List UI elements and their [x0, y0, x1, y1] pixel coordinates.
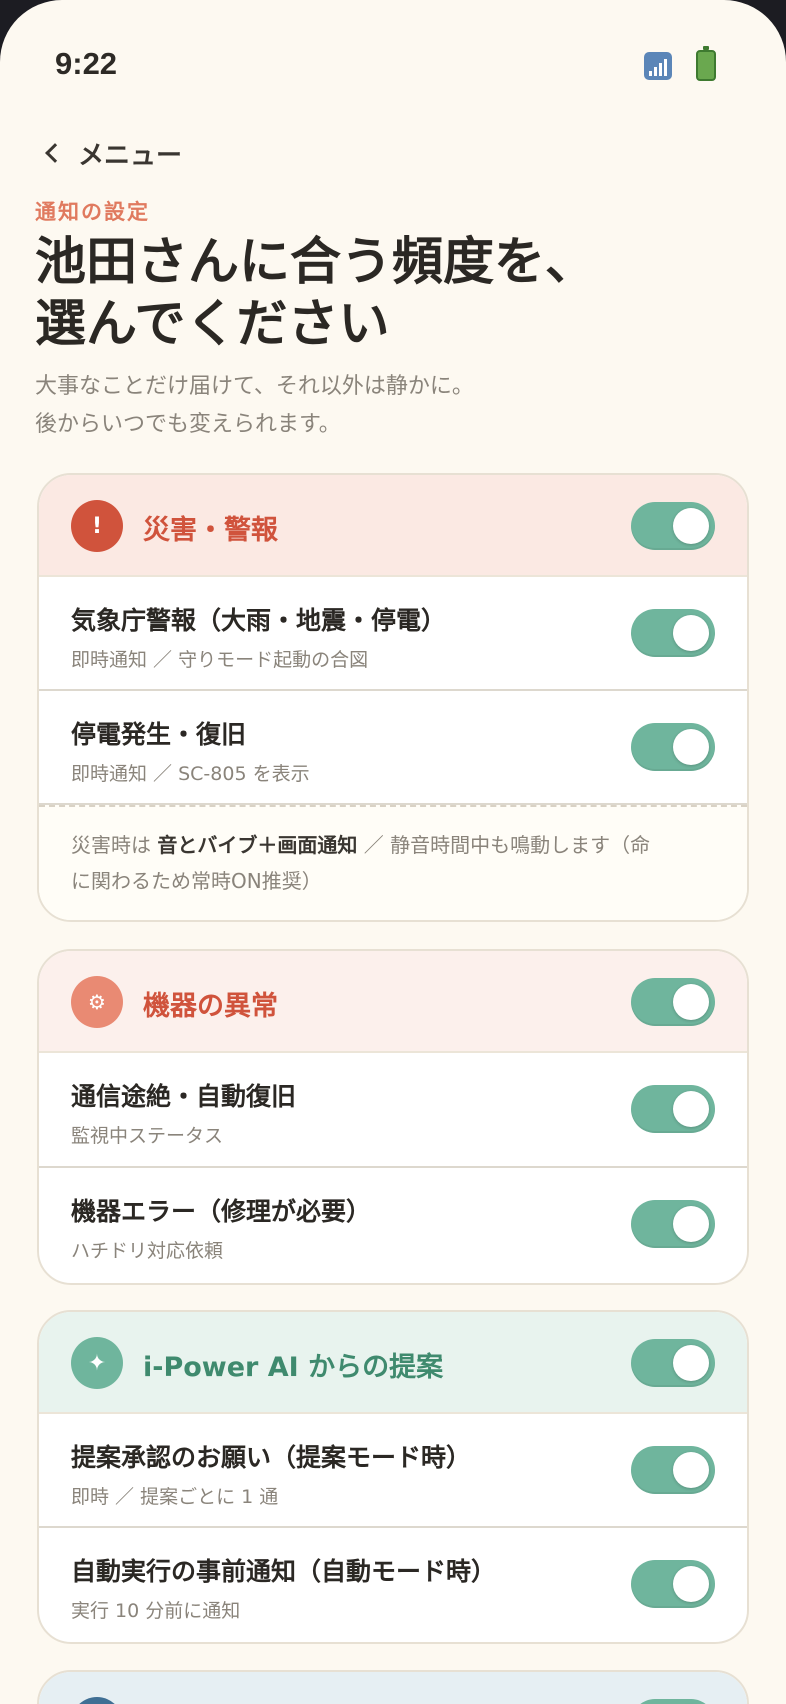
setting-title: 通信途絶・自動復旧 [71, 1082, 297, 1111]
battery-icon [696, 46, 716, 81]
card-header [39, 1672, 747, 1704]
setting-description: 実行 10 分前に通知 [71, 1600, 241, 1622]
setting-row: 自動実行の事前通知（自動モード時） 実行 10 分前に通知 [39, 1528, 747, 1642]
card-header: ✦ i-Power AI からの提案 [39, 1312, 747, 1414]
card-header: ⚙ 機器の異常 [39, 951, 747, 1053]
note-emphasis: 音とバイブ＋画面通知 [157, 833, 358, 857]
setting-title: 提案承認のお願い（提案モード時） [71, 1443, 472, 1472]
app-screen: 9:22 メニュー 通知の設定 池田さんに合う頻度を、 選んでください 大事なこ… [0, 0, 786, 1704]
page-title-line2: 選んでください [35, 295, 390, 354]
section-eyebrow: 通知の設定 [35, 200, 150, 224]
toggle-device-error[interactable] [631, 1200, 715, 1248]
setting-row: 通信途絶・自動復旧 監視中ステータス [39, 1053, 747, 1168]
section-toggle-partial[interactable] [631, 1699, 715, 1704]
section-toggle-device[interactable] [631, 978, 715, 1026]
setting-title: 停電発生・復旧 [71, 720, 247, 749]
status-bar: 9:22 [0, 0, 786, 120]
setting-description: 即時通知 ／ 守りモード起動の合図 [71, 649, 369, 671]
page-subtitle: 大事なことだけ届けて、それ以外は静かに。 後からいつでも変えられます。 [35, 368, 735, 444]
status-time: 9:22 [55, 46, 118, 81]
section-toggle-disaster[interactable] [631, 502, 715, 550]
note-line2: に関わるため常時ON推奨） [71, 869, 322, 893]
card-disaster-alerts: ! 災害・警報 気象庁警報（大雨・地震・停電） 即時通知 ／ 守りモード起動の合… [37, 473, 749, 922]
page-subtitle-line2: 後からいつでも変えられます。 [35, 412, 341, 437]
disaster-note: 災害時は 音とバイブ＋画面通知 ／ 静音時間中も鳴動します（命 に関わるため常時… [39, 805, 747, 920]
card-ai-suggestions: ✦ i-Power AI からの提案 提案承認のお願い（提案モード時） 即時 ／… [37, 1310, 749, 1644]
setting-row: 停電発生・復旧 即時通知 ／ SC-805 を表示 [39, 691, 747, 805]
setting-title: 自動実行の事前通知（自動モード時） [71, 1557, 497, 1586]
setting-description: 即時 ／ 提案ごとに 1 通 [71, 1486, 279, 1508]
section-toggle-ai[interactable] [631, 1339, 715, 1387]
setting-row: 機器エラー（修理が必要） ハチドリ対応依頼 [39, 1168, 747, 1283]
page-title-line1: 池田さんに合う頻度を、 [35, 233, 597, 292]
toggle-approval-request[interactable] [631, 1446, 715, 1494]
card-device-errors: ⚙ 機器の異常 通信途絶・自動復旧 監視中ステータス 機器エラー（修理が必要） … [37, 949, 749, 1285]
sparkle-icon: ✦ [71, 1337, 123, 1389]
setting-description: 監視中ステータス [71, 1125, 224, 1147]
setting-row: 気象庁警報（大雨・地震・停電） 即時通知 ／ 守りモード起動の合図 [39, 577, 747, 691]
setting-title: 気象庁警報（大雨・地震・停電） [71, 606, 447, 635]
gear-icon: ⚙ [71, 976, 123, 1028]
toggle-auto-execute-notice[interactable] [631, 1560, 715, 1608]
setting-description: 即時通知 ／ SC-805 を表示 [71, 763, 310, 785]
note-rest: ／ 静音時間中も鳴動します（命 [357, 833, 651, 857]
note-prefix: 災害時は [71, 833, 158, 857]
card-title: i-Power AI からの提案 [143, 1352, 444, 1383]
back-button[interactable]: メニュー [40, 133, 182, 173]
setting-row: 提案承認のお願い（提案モード時） 即時 ／ 提案ごとに 1 通 [39, 1414, 747, 1528]
page-subtitle-line1: 大事なことだけ届けて、それ以外は静かに。 [35, 374, 474, 399]
section-icon [71, 1697, 123, 1704]
setting-title: 機器エラー（修理が必要） [71, 1197, 372, 1226]
toggle-weather-alerts[interactable] [631, 609, 715, 657]
page-title: 池田さんに合う頻度を、 選んでください [35, 232, 735, 356]
toggle-power-outage[interactable] [631, 723, 715, 771]
card-partial [37, 1670, 749, 1704]
setting-description: ハチドリ対応依頼 [71, 1240, 224, 1262]
toggle-connection-loss[interactable] [631, 1085, 715, 1133]
alert-icon: ! [71, 500, 123, 552]
back-label: メニュー [78, 140, 183, 171]
signal-icon [644, 52, 672, 80]
card-title: 災害・警報 [143, 515, 278, 546]
card-header: ! 災害・警報 [39, 475, 747, 577]
card-title: 機器の異常 [143, 991, 278, 1022]
chevron-left-icon [45, 143, 65, 163]
